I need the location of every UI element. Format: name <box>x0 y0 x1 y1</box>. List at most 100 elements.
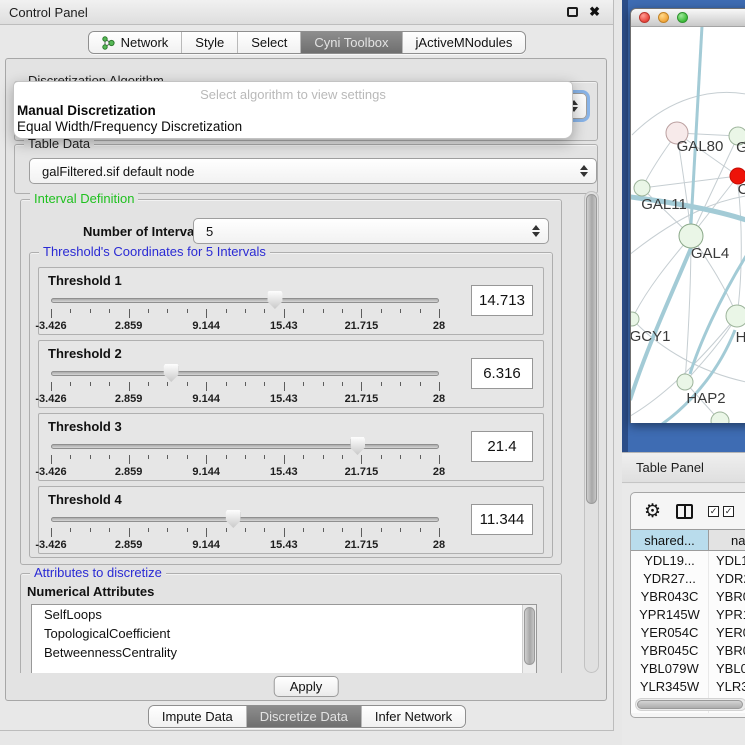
network-node[interactable] <box>677 374 693 390</box>
table-row[interactable]: YBR045CYBR0 <box>631 641 745 659</box>
network-node[interactable] <box>634 180 650 196</box>
tick-mark <box>90 455 91 459</box>
table-row[interactable]: YBR043CYBR0 <box>631 587 745 605</box>
network-node-label: GAL80 <box>677 138 724 155</box>
scale-label: 2.859 <box>115 466 143 478</box>
table-row[interactable]: YPR145WYPR1 <box>631 605 745 623</box>
column-header-name[interactable]: name <box>709 530 745 550</box>
tick-mark <box>381 309 382 313</box>
threshold-value-field[interactable]: 21.4 <box>471 431 533 462</box>
network-edge[interactable] <box>642 176 738 188</box>
column-header-shared-name[interactable]: shared... <box>631 530 709 550</box>
tick-mark <box>226 382 227 386</box>
threshold-value-field[interactable]: 11.344 <box>471 504 533 535</box>
network-edge[interactable] <box>737 185 741 316</box>
tick-mark <box>206 309 207 318</box>
scale-label: 15.43 <box>270 466 298 478</box>
cell-shared-name: YBR043C <box>631 587 709 605</box>
desktop-background: GAL80GCGAL11GAL4GCY1HHAP2 <box>622 0 745 452</box>
tick-mark <box>226 528 227 532</box>
network-edge[interactable] <box>632 236 691 319</box>
threshold-value-field[interactable]: 14.713 <box>471 285 533 316</box>
tab-label: Select <box>251 35 287 50</box>
tick-mark <box>303 528 304 532</box>
tick-mark <box>167 382 168 386</box>
checkbox-icon[interactable]: ✓ <box>708 506 719 517</box>
scrollbar-thumb[interactable] <box>524 607 535 665</box>
gear-icon[interactable]: ⚙ <box>644 502 661 521</box>
attribute-list-item[interactable]: TopologicalCoefficient <box>32 624 536 643</box>
tick-mark <box>167 528 168 532</box>
traffic-light-close-icon[interactable] <box>639 12 650 23</box>
tab-style[interactable]: Style <box>181 32 237 53</box>
network-node[interactable] <box>726 305 745 327</box>
algorithm-option[interactable]: Manual Discretization <box>14 103 572 119</box>
tick-mark <box>167 455 168 459</box>
apply-button[interactable]: Apply <box>274 676 339 697</box>
network-graph-icon <box>102 36 115 50</box>
threshold-label: Threshold 2 <box>48 346 122 361</box>
tick-mark <box>323 382 324 386</box>
tick-mark <box>342 528 343 532</box>
tab-discretize-data[interactable]: Discretize Data <box>246 706 361 727</box>
cell-name: YBL0 <box>709 659 745 677</box>
attribute-list-item[interactable]: BetweennessCentrality <box>32 643 536 662</box>
network-node-label: GCY1 <box>631 328 670 345</box>
attributes-list-scrollbar[interactable] <box>522 605 536 673</box>
checkbox-icon[interactable]: ✓ <box>723 506 734 517</box>
network-edge[interactable] <box>632 92 745 135</box>
tick-mark <box>245 382 246 386</box>
threshold-value-field[interactable]: 6.316 <box>471 358 533 389</box>
slider-thumb-icon[interactable] <box>226 510 241 528</box>
slider-track[interactable] <box>51 444 439 449</box>
cell-shared-name: YER054C <box>631 623 709 641</box>
tab-cyni-toolbox[interactable]: Cyni Toolbox <box>300 32 401 53</box>
slider-track[interactable] <box>51 517 439 522</box>
table-row[interactable]: YDR27...YDR2 <box>631 569 745 587</box>
scrollbar-thumb[interactable] <box>637 700 743 709</box>
tab-select[interactable]: Select <box>237 32 300 53</box>
tab-impute-data[interactable]: Impute Data <box>149 706 246 727</box>
tab-jactivemnodules[interactable]: jActiveMNodules <box>402 32 526 53</box>
threshold-slider[interactable]: -3.4262.8599.14415.4321.71528 <box>51 436 439 478</box>
slider-track[interactable] <box>51 298 439 303</box>
tick-mark <box>187 382 188 386</box>
tick-mark <box>167 309 168 313</box>
tab-network[interactable]: Network <box>89 32 182 53</box>
scrollbar-thumb[interactable] <box>586 194 597 504</box>
columns-icon[interactable] <box>676 504 693 519</box>
network-edge[interactable] <box>691 27 702 224</box>
tick-mark <box>51 528 52 537</box>
threshold-slider[interactable]: -3.4262.8599.14415.4321.71528 <box>51 509 439 551</box>
network-node[interactable] <box>631 312 639 326</box>
tick-mark <box>361 528 362 537</box>
table-data-combobox[interactable]: galFiltered.sif default node <box>29 158 597 184</box>
tab-infer-network[interactable]: Infer Network <box>361 706 465 727</box>
network-canvas[interactable]: GAL80GCGAL11GAL4GCY1HHAP2 <box>631 27 745 423</box>
table-row[interactable]: YLR345WYLR3 <box>631 677 745 695</box>
close-icon[interactable]: ✖ <box>589 4 600 20</box>
slider-track[interactable] <box>51 371 439 376</box>
settings-vertical-scrollbar[interactable] <box>584 191 599 673</box>
slider-scale-labels: -3.4262.8599.14415.4321.71528 <box>51 393 439 405</box>
attribute-list-item[interactable]: SelfLoops <box>32 605 536 624</box>
threshold-slider[interactable]: -3.4262.8599.14415.4321.71528 <box>51 290 439 332</box>
tick-mark <box>206 455 207 464</box>
float-window-icon[interactable] <box>567 7 578 17</box>
table-horizontal-scrollbar[interactable] <box>635 698 745 711</box>
tick-mark <box>245 455 246 459</box>
traffic-light-zoom-icon[interactable] <box>677 12 688 23</box>
scale-label: 28 <box>433 320 445 332</box>
traffic-light-minimize-icon[interactable] <box>658 12 669 23</box>
slider-thumb-icon[interactable] <box>350 437 365 455</box>
table-row[interactable]: YBL079WYBL0 <box>631 659 745 677</box>
algorithm-option[interactable]: Equal Width/Frequency Discretization <box>14 119 572 135</box>
table-row[interactable]: YER054CYER0 <box>631 623 745 641</box>
table-row[interactable]: YDL19...YDL1 <box>631 551 745 569</box>
slider-thumb-icon[interactable] <box>164 364 179 382</box>
tab-label: Cyni Toolbox <box>314 35 388 50</box>
slider-thumb-icon[interactable] <box>267 291 282 309</box>
threshold-slider[interactable]: -3.4262.8599.14415.4321.71528 <box>51 363 439 405</box>
number-of-intervals-combobox[interactable]: 5 <box>193 218 549 244</box>
top-tab-bar: NetworkStyle Select Cyni Toolbox jActiveMNo… <box>0 31 614 54</box>
